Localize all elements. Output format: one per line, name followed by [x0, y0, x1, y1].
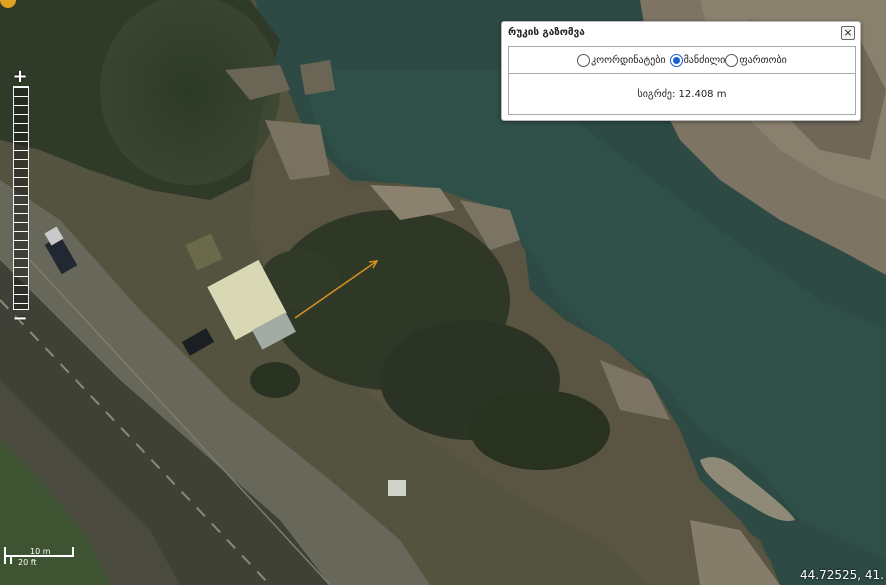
scale-tick: [4, 555, 6, 564]
zoom-out-button[interactable]: −: [10, 310, 30, 328]
measure-mode-options: კოორდინატები მანძილი ფართობი: [508, 46, 856, 73]
scale-bar: 10 m 20 ft: [4, 543, 74, 573]
option-coordinates[interactable]: კოორდინატები: [577, 53, 666, 67]
scale-imperial-label: 20 ft: [18, 558, 37, 567]
option-coordinates-label: კოორდინატები: [591, 54, 666, 66]
scale-tick: [10, 555, 12, 564]
radio-distance[interactable]: [669, 53, 683, 67]
option-distance-label: მანძილი: [683, 54, 726, 66]
panel-title: რუკის გაზომვა: [508, 27, 585, 38]
scale-metric-label: 10 m: [30, 547, 51, 556]
radio-coordinates[interactable]: [577, 53, 591, 67]
close-button[interactable]: ×: [841, 26, 855, 40]
measure-result: სიგრძე: 12.408 m: [508, 73, 856, 115]
option-area[interactable]: ფართობი: [725, 53, 787, 67]
measure-panel: რუკის გაზომვა × კოორდინატები მანძილი ფარ…: [501, 21, 861, 121]
mouse-coordinates: 44.72525, 41.: [800, 568, 884, 582]
scale-tick: [72, 547, 74, 557]
radio-area[interactable]: [725, 53, 739, 67]
zoom-slider[interactable]: [13, 86, 29, 310]
zoom-control: + −: [10, 68, 30, 328]
option-distance[interactable]: მანძილი: [669, 53, 726, 67]
option-area-label: ფართობი: [739, 54, 787, 66]
zoom-in-button[interactable]: +: [10, 68, 30, 86]
